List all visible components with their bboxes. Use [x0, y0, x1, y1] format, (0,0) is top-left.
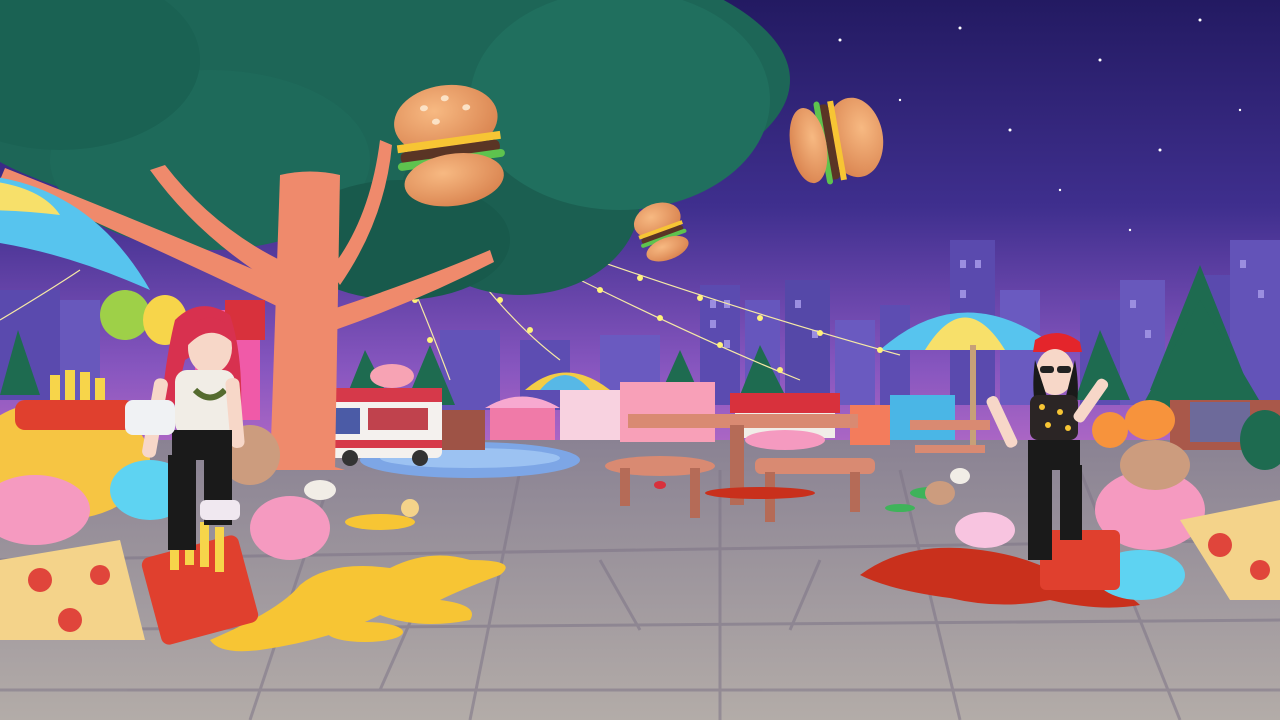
ketchup-drop — [705, 487, 815, 499]
game-viewport[interactable] — [0, 0, 1280, 720]
small-table — [910, 420, 990, 430]
mustard-drop — [327, 622, 403, 642]
scene-canvas — [0, 0, 1280, 720]
small-bench — [915, 445, 985, 453]
mustard-drop — [345, 514, 415, 530]
